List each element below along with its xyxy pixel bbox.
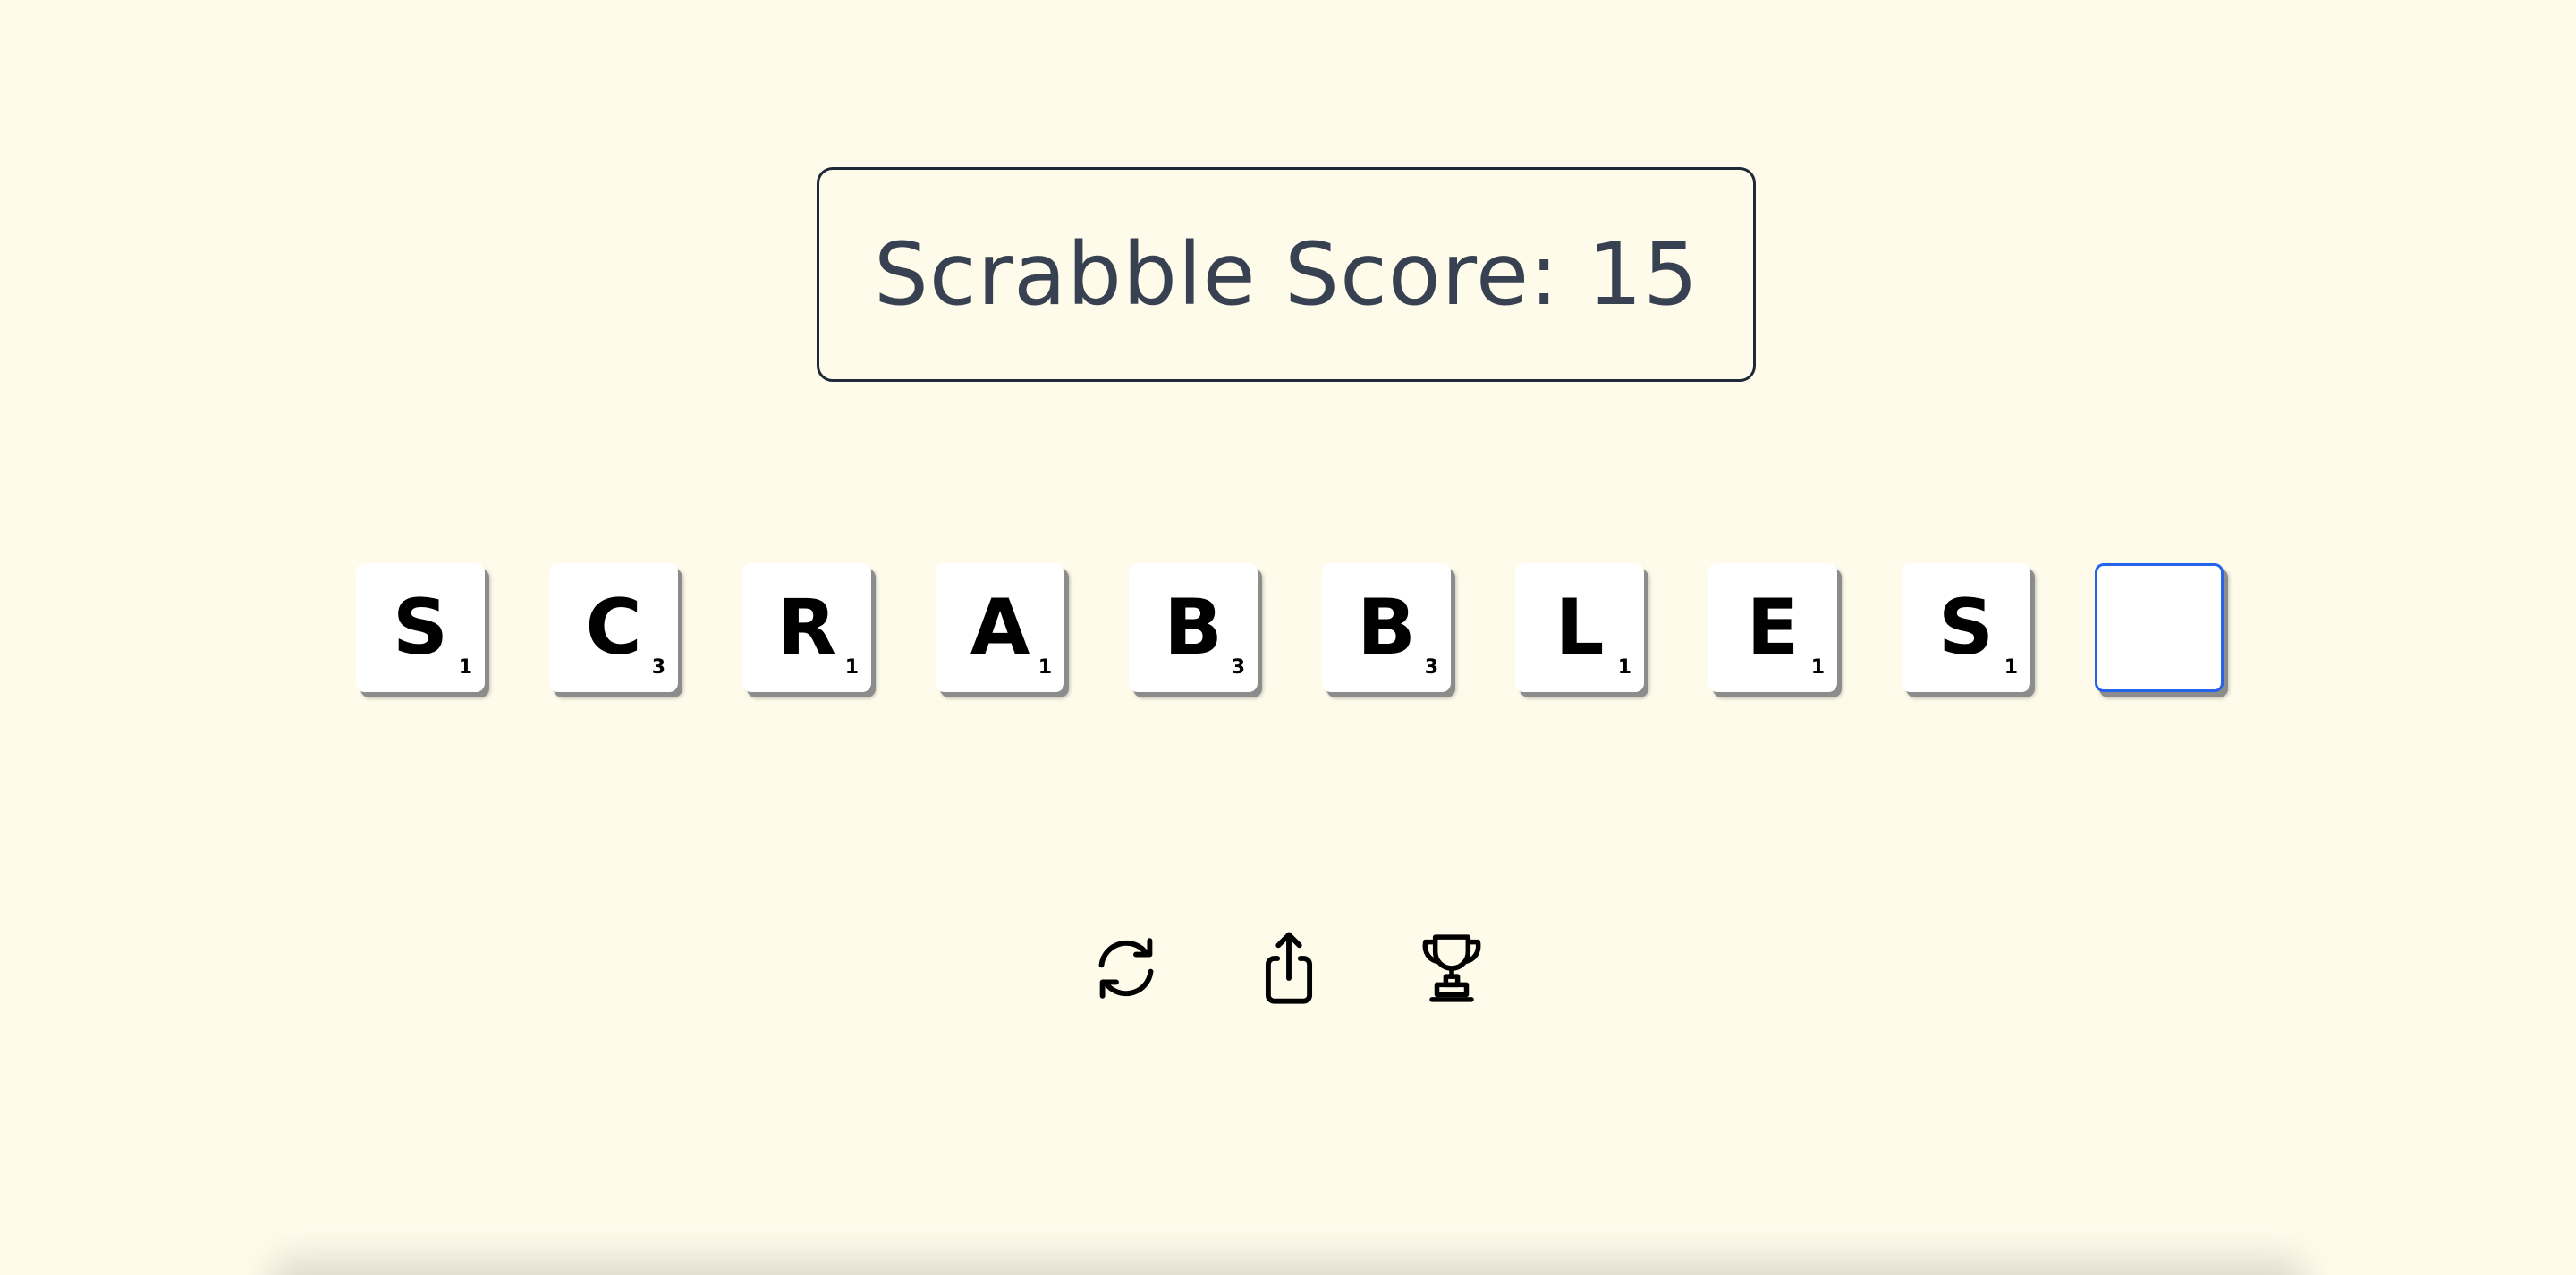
letter-tile[interactable]: C 3 (549, 563, 678, 692)
empty-tile-input[interactable] (2095, 563, 2224, 692)
tile-points: 1 (458, 656, 472, 679)
letter-tile[interactable]: E 1 (1708, 563, 1837, 692)
refresh-icon (1098, 938, 1154, 999)
tile-points: 3 (1424, 656, 1438, 679)
letter-tile[interactable]: B 3 (1129, 563, 1258, 692)
trophy-icon (1422, 934, 1481, 1002)
tile-points: 3 (651, 656, 665, 679)
action-bar (1087, 925, 1491, 1011)
tile-points: 1 (2004, 656, 2018, 679)
letter-tile[interactable]: B 3 (1322, 563, 1451, 692)
share-button[interactable] (1250, 925, 1328, 1011)
tile-points: 1 (844, 656, 859, 679)
tile-points: 1 (1810, 656, 1825, 679)
score-text: Scrabble Score: 15 (873, 224, 1699, 325)
bottom-shadow (268, 1257, 2308, 1275)
page: Scrabble Score: 15 S 1 C 3 R 1 A 1 B 3 B… (0, 0, 2576, 1275)
letter-tile[interactable]: S 1 (1902, 563, 2030, 692)
score-display: Scrabble Score: 15 (817, 167, 1756, 382)
share-icon (1265, 932, 1313, 1004)
letter-tile[interactable]: L 1 (1515, 563, 1644, 692)
tile-points: 3 (1231, 656, 1245, 679)
leaderboard-button[interactable] (1412, 925, 1491, 1011)
tile-points: 1 (1038, 656, 1052, 679)
letter-tile[interactable]: S 1 (356, 563, 485, 692)
letter-tile[interactable]: R 1 (742, 563, 871, 692)
letter-tile[interactable]: A 1 (936, 563, 1064, 692)
refresh-button[interactable] (1087, 925, 1165, 1011)
tile-row: S 1 C 3 R 1 A 1 B 3 B 3 L 1 E 1 S 1 (356, 563, 2224, 692)
tile-points: 1 (1617, 656, 1631, 679)
